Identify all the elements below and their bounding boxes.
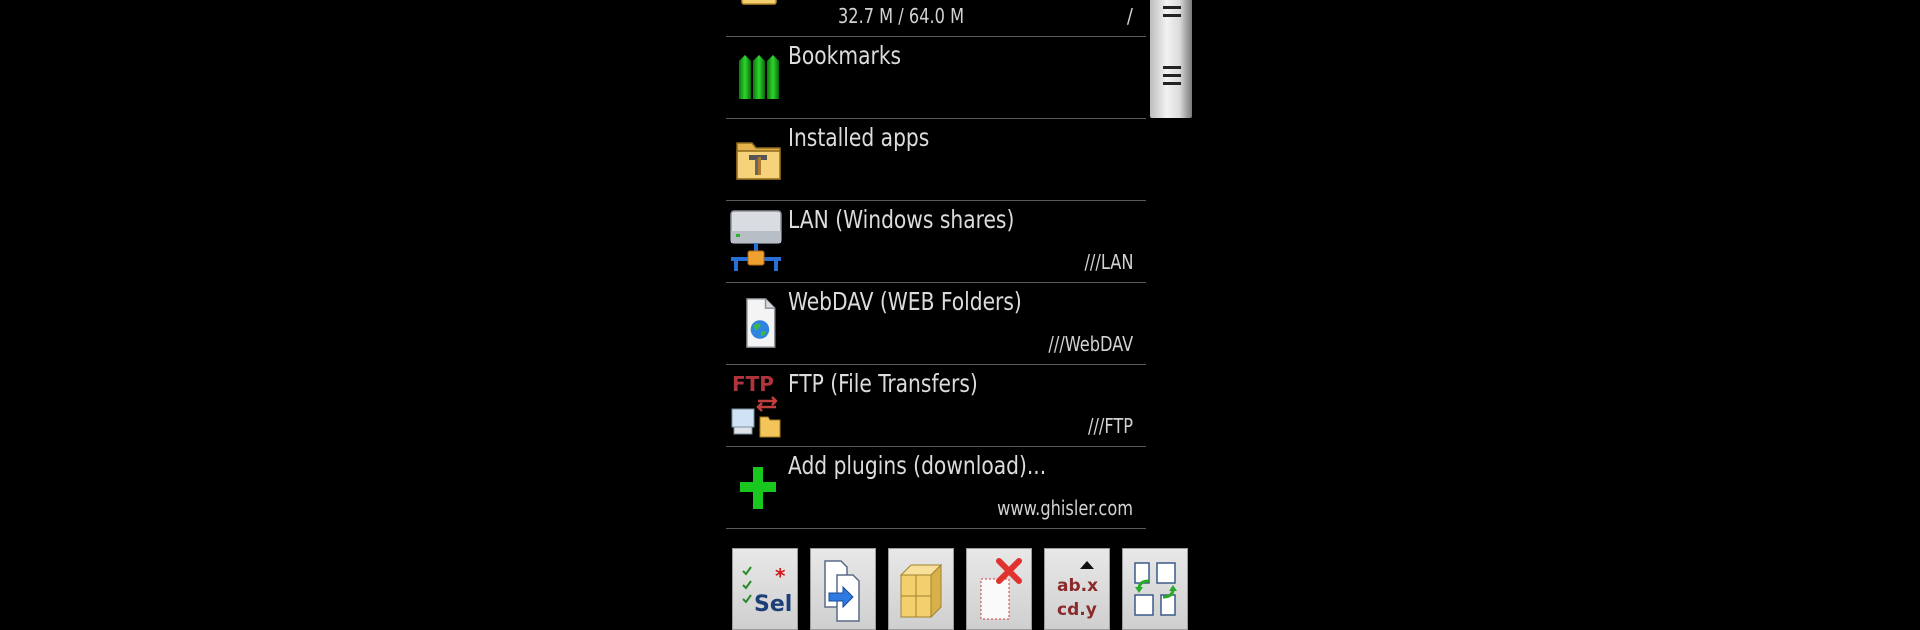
rename-target-text: cd.y	[1057, 600, 1097, 620]
grip-line	[1163, 82, 1181, 85]
rename-button[interactable]: ab.x cd.y	[1044, 548, 1110, 630]
grip-line	[1163, 14, 1181, 17]
copy-icon	[824, 560, 860, 622]
bottom-toolbar: * Sel ab.x cd.y	[730, 548, 1190, 630]
bookmarks-icon	[739, 55, 779, 99]
select-icon: * Sel	[742, 564, 792, 617]
delete-icon	[980, 558, 1022, 620]
ftp-icon: FTP	[731, 372, 781, 438]
delete-button[interactable]	[966, 548, 1032, 630]
pack-button[interactable]	[888, 548, 954, 630]
list-item-url: www.ghisler.com	[997, 496, 1133, 520]
file-manager-screen: 32.7 M / 64.0 M / Bookmarks Installed ap…	[0, 0, 1920, 630]
select-button[interactable]: * Sel	[732, 548, 798, 630]
scrollbar-thumb[interactable]	[1150, 0, 1192, 118]
folder-icon	[741, 0, 777, 5]
webdav-icon	[746, 298, 776, 348]
swap-panels-button[interactable]	[1122, 548, 1188, 630]
list-item-installed-apps[interactable]: Installed apps	[726, 119, 1146, 201]
network-icon	[730, 210, 782, 271]
grip-line	[1163, 66, 1181, 69]
list-item-bookmarks[interactable]: Bookmarks	[726, 37, 1146, 119]
list-item-path: ///LAN	[1084, 250, 1133, 274]
select-button-label: Sel	[754, 592, 792, 617]
list-item-label: FTP (File Transfers)	[788, 369, 978, 398]
archive-icon	[899, 563, 943, 619]
list-item-label: LAN (Windows shares)	[788, 205, 1015, 234]
list-item-path: ///WebDAV	[1048, 332, 1133, 356]
list-item-add-plugins[interactable]: Add plugins (download)... www.ghisler.co…	[726, 447, 1146, 529]
grip-line	[1163, 6, 1181, 9]
list-item-ftp[interactable]: FTP FTP (File Transfers) ///FTP	[726, 365, 1146, 447]
svg-text:*: *	[775, 564, 786, 588]
list-item-label: Add plugins (download)...	[788, 451, 1047, 480]
swap-panels-icon	[1134, 562, 1177, 616]
grip-line	[1163, 74, 1181, 77]
rename-source-text: ab.x	[1057, 576, 1098, 596]
list-item-label: Bookmarks	[788, 41, 902, 70]
list-item-path: ///FTP	[1087, 414, 1133, 438]
storage-usage: 32.7 M / 64.0 M	[838, 4, 965, 28]
list-item-storage[interactable]: 32.7 M / 64.0 M /	[726, 0, 1146, 37]
list-item-label: Installed apps	[788, 123, 930, 152]
apps-folder-icon	[736, 142, 781, 180]
list-item-webdav[interactable]: WebDAV (WEB Folders) ///WebDAV	[726, 283, 1146, 365]
add-plugin-icon	[740, 467, 776, 509]
rename-icon: ab.x cd.y	[1057, 561, 1098, 620]
list-item-label: WebDAV (WEB Folders)	[788, 287, 1022, 316]
copy-button[interactable]	[810, 548, 876, 630]
svg-text:FTP: FTP	[732, 372, 774, 396]
storage-path: /	[1126, 4, 1133, 28]
list-item-lan[interactable]: LAN (Windows shares) ///LAN	[726, 201, 1146, 283]
